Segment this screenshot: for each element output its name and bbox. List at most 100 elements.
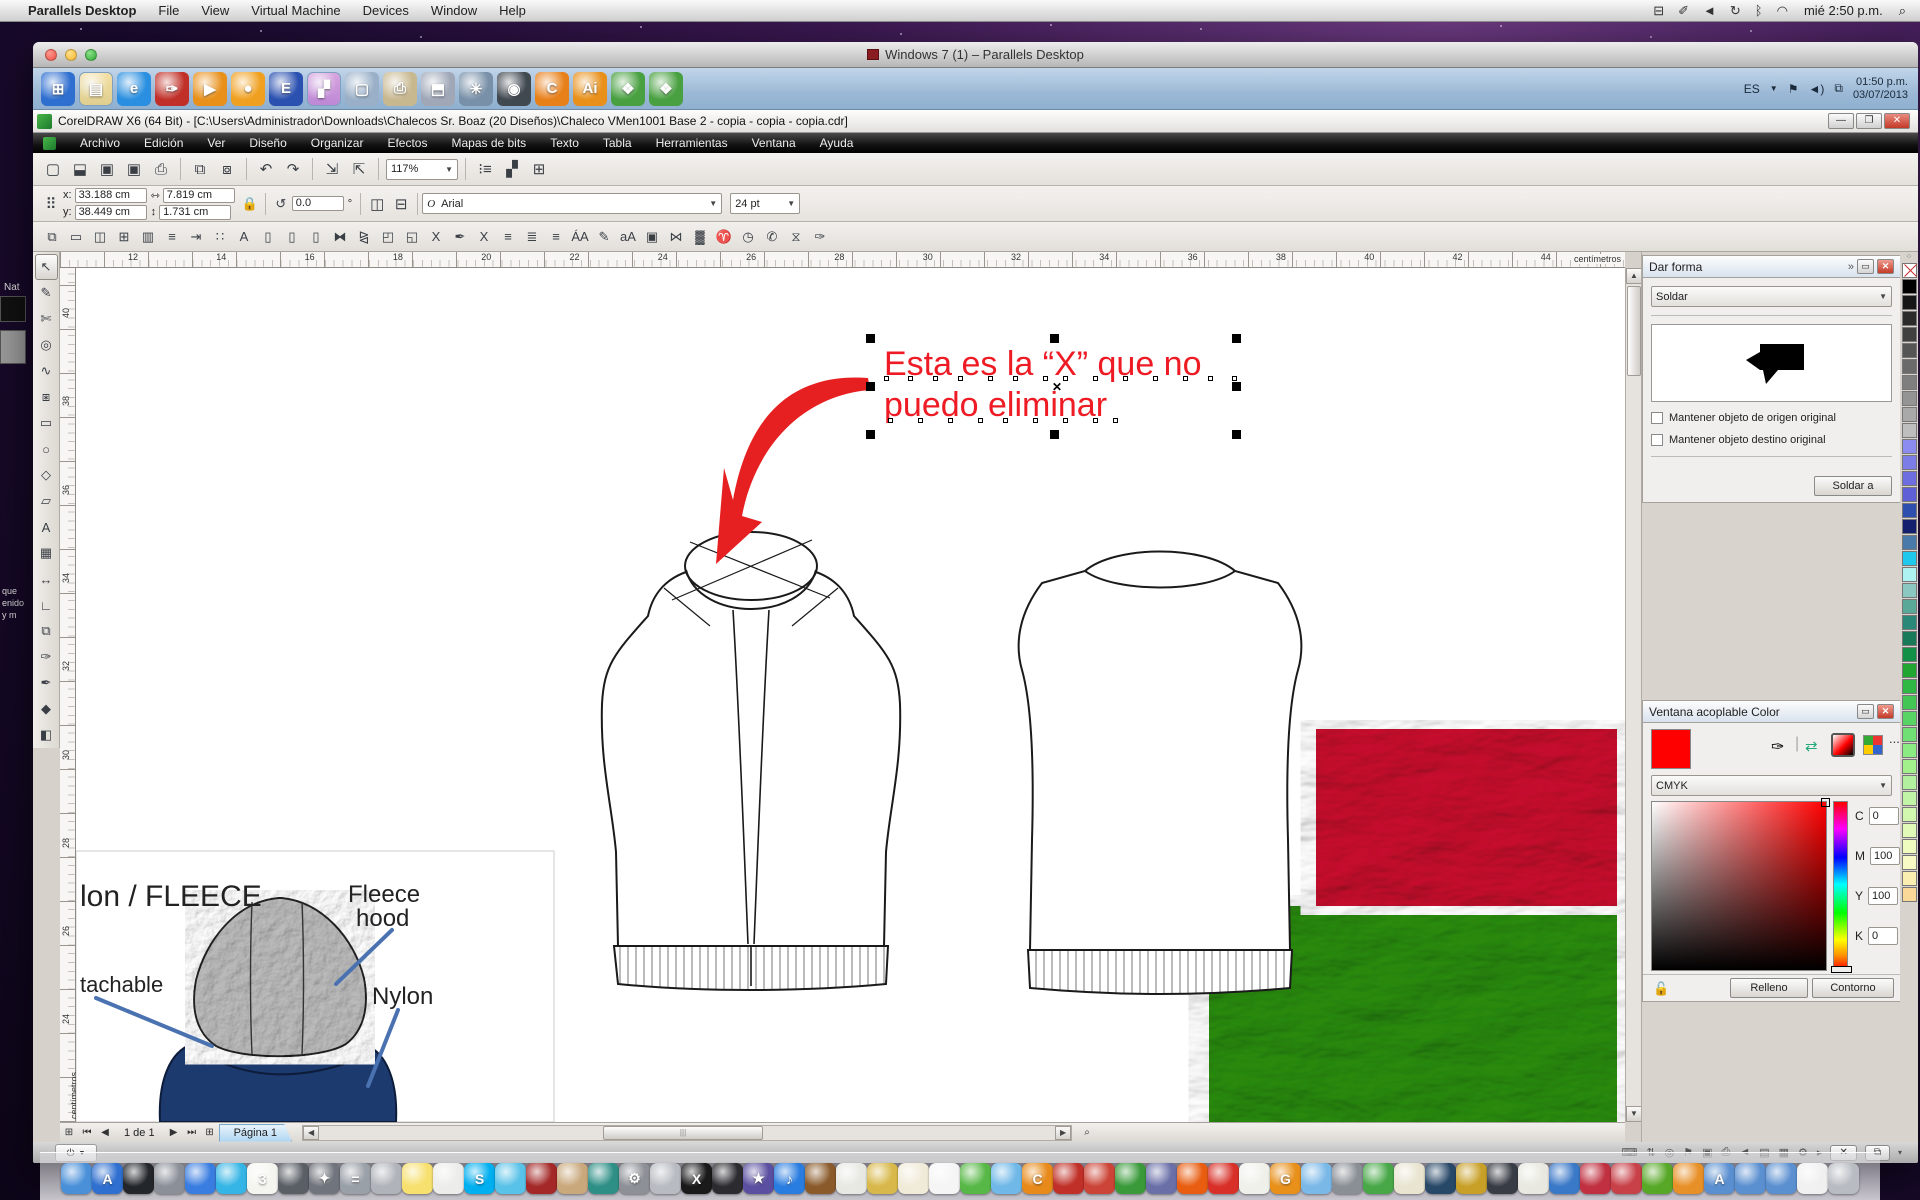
mirror-vertical-button[interactable]: ⊟ [389,192,413,216]
dock-icon-folder-apps[interactable]: A [1704,1163,1735,1194]
palette-swatch-29[interactable] [1902,727,1917,742]
text-node[interactable] [1003,418,1008,423]
link-frame-icon[interactable]: ⧓ [329,226,351,248]
notepad-doc[interactable]: ▢ [345,72,379,106]
desktop-thumbnail-gray[interactable] [0,330,26,364]
color-docker-minimize[interactable]: ▭ [1857,704,1874,719]
palette-swatch-21[interactable] [1902,599,1917,614]
last-page-button[interactable]: ⏭ [183,1127,201,1138]
bluetooth-icon[interactable]: ᛒ [1755,3,1763,19]
palette-swatch-18[interactable] [1902,551,1917,566]
text-node[interactable] [1208,376,1213,381]
dock-icon-preview[interactable] [154,1163,185,1194]
menu-ayuda[interactable]: Ayuda [820,136,854,150]
text-node[interactable] [1093,376,1098,381]
palette-swatch-30[interactable] [1902,743,1917,758]
flow-icon[interactable]: ⧎ [353,226,375,248]
installer-box[interactable]: ⬒ [421,72,455,106]
wrap-icon[interactable]: ◱ [401,226,423,248]
app-launcher-button[interactable]: ▞ [500,157,524,181]
dock-icon-chrome[interactable] [1084,1163,1115,1194]
add-page-right-button[interactable]: ⊞ [201,1127,219,1138]
blend-tool[interactable]: ⧉ [35,618,58,644]
dock-icon-media-red[interactable] [1580,1163,1611,1194]
font-inc-icon[interactable]: ÁA [569,226,591,248]
pick-tool[interactable]: ↖ [35,254,58,280]
red-fabric-swatch[interactable] [1316,729,1617,906]
text-node[interactable] [1183,376,1188,381]
eyedropper-tool[interactable]: ✑ [35,644,58,670]
explorer-folder[interactable]: ▤ [79,72,113,106]
x-position-field[interactable]: 33.188 cm [75,188,147,203]
dock-icon-media-gold[interactable] [1456,1163,1487,1194]
save-as-button[interactable]: ▣ [122,157,146,181]
text-node[interactable] [1043,376,1048,381]
text-node[interactable] [888,418,893,423]
dock-icon-grabber[interactable] [1332,1163,1363,1194]
dock-icon-ical[interactable]: 3 [247,1163,278,1194]
dock-icon-leaf-app[interactable] [1642,1163,1673,1194]
menu-edición[interactable]: Edición [144,136,183,150]
dock-icon-folder-windows[interactable] [1766,1163,1797,1194]
smart-fill-tool[interactable]: ⧆ [35,384,58,410]
palette-swatch-33[interactable] [1902,791,1917,806]
picker-marker[interactable] [1821,798,1830,807]
palette-swatch-39[interactable] [1902,887,1917,902]
hue-strip[interactable] [1833,801,1848,971]
color-sliders-icon[interactable]: ⇄ [1805,737,1818,755]
freehand-tool[interactable]: ∿ [35,358,58,384]
palette-swatch-8[interactable] [1902,391,1917,406]
palette-swatch-19[interactable] [1902,567,1917,582]
print-button[interactable]: ⎙ [149,157,173,181]
case-icon[interactable]: aA [617,226,639,248]
shaping-mode-combo[interactable]: Soldar▼ [1651,286,1892,307]
spotlight-icon[interactable]: ⌕ [1899,3,1906,19]
palette-swatch-17[interactable] [1902,535,1917,550]
annotation-text[interactable]: Esta es la “X” que no puedo eliminar [884,344,1254,426]
cyan-field[interactable]: 0 [1869,807,1899,825]
selection-center-marker[interactable]: ✕ [1052,380,1062,394]
palette-swatch-34[interactable] [1902,807,1917,822]
shape-tool[interactable]: ✎ [35,280,58,306]
export-button[interactable]: ⇱ [347,157,371,181]
dock-icon-water-bottle[interactable] [991,1163,1022,1194]
pen-tablet-icon[interactable]: ✐ [1678,3,1689,19]
text-node[interactable] [958,376,963,381]
basic-shapes-tool[interactable]: ▱ [35,488,58,514]
internet-explorer[interactable]: e [117,72,151,106]
align-center-icon[interactable]: ≣ [521,226,543,248]
next-page-button[interactable]: ▶ [165,1127,183,1138]
delete-x2-icon[interactable]: X [473,226,495,248]
ellipse-tool[interactable]: ○ [35,436,58,462]
macos-menu-help[interactable]: Help [499,3,526,18]
vest-front-drawing[interactable] [602,532,900,990]
doc-pages-icon[interactable]: ⧉ [41,226,63,248]
text-node[interactable] [908,376,913,381]
indent-icon[interactable]: ⇥ [185,226,207,248]
phone-icon[interactable]: ✆ [761,226,783,248]
palette-swatch-24[interactable] [1902,647,1917,662]
dock-icon-facetime[interactable] [216,1163,247,1194]
palette-swatch-14[interactable] [1902,487,1917,502]
dock-icon-imac-display[interactable] [1146,1163,1177,1194]
palette-swatch-27[interactable] [1902,695,1917,710]
palette-swatch-36[interactable] [1902,839,1917,854]
selection-handle[interactable] [866,382,875,391]
parallels-tools-1[interactable]: ❖ [611,72,645,106]
text-node[interactable] [1013,376,1018,381]
keep-source-checkbox[interactable]: Mantener objeto de origen original [1651,412,1892,424]
docker-minimize-button[interactable]: ▭ [1857,259,1874,274]
height-field[interactable]: 1.731 cm [159,205,231,220]
selection-handle[interactable] [1050,334,1059,343]
close-button[interactable]: ✕ [1884,113,1910,129]
dock-icon-document-stack[interactable] [1797,1163,1828,1194]
horizontal-scroll-thumb[interactable]: ||| [603,1126,763,1140]
save-button[interactable]: ▣ [95,157,119,181]
dock-icon-corel-connect-dock[interactable]: C [1022,1163,1053,1194]
palette-swatch-5[interactable] [1902,343,1917,358]
edit-text-icon[interactable]: ✎ [593,226,615,248]
dock-icon-parallels-box[interactable] [960,1163,991,1194]
menu-archivo[interactable]: Archivo [80,136,120,150]
palette-swatch-12[interactable] [1902,455,1917,470]
dock-icon-itunes[interactable]: ♪ [774,1163,805,1194]
